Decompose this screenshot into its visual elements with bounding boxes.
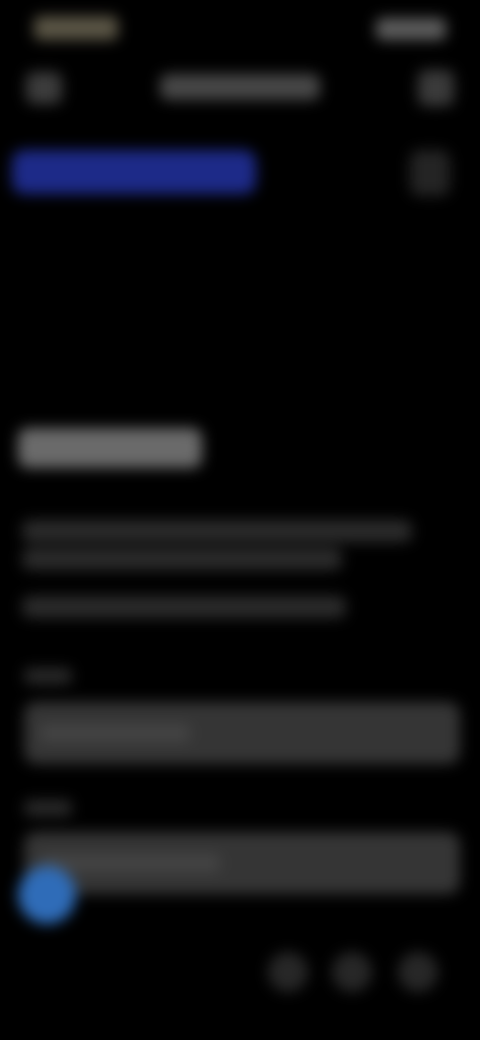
status-bar	[0, 0, 480, 60]
arrow-back-icon[interactable]	[26, 72, 62, 104]
touch-indicator	[18, 866, 76, 924]
description-line	[22, 520, 412, 542]
bottom-action-icon[interactable]	[398, 952, 438, 992]
input-field[interactable]	[24, 702, 460, 764]
bottom-action-icon[interactable]	[268, 952, 308, 992]
bottom-action-icon[interactable]	[332, 952, 372, 992]
input-field[interactable]	[24, 832, 460, 894]
status-icons	[376, 18, 446, 40]
status-time	[34, 16, 118, 40]
field-label	[24, 800, 72, 816]
field-value	[40, 854, 220, 872]
field-value	[40, 724, 190, 742]
top-app-bar	[0, 60, 480, 116]
description-line	[22, 596, 346, 618]
page-title	[160, 74, 320, 100]
more-vert-icon[interactable]	[418, 70, 454, 106]
field-label	[24, 668, 72, 684]
highlight-chip[interactable]	[12, 150, 256, 194]
description-line	[22, 548, 342, 570]
section-heading	[18, 428, 202, 468]
side-action-icon[interactable]	[410, 150, 450, 196]
